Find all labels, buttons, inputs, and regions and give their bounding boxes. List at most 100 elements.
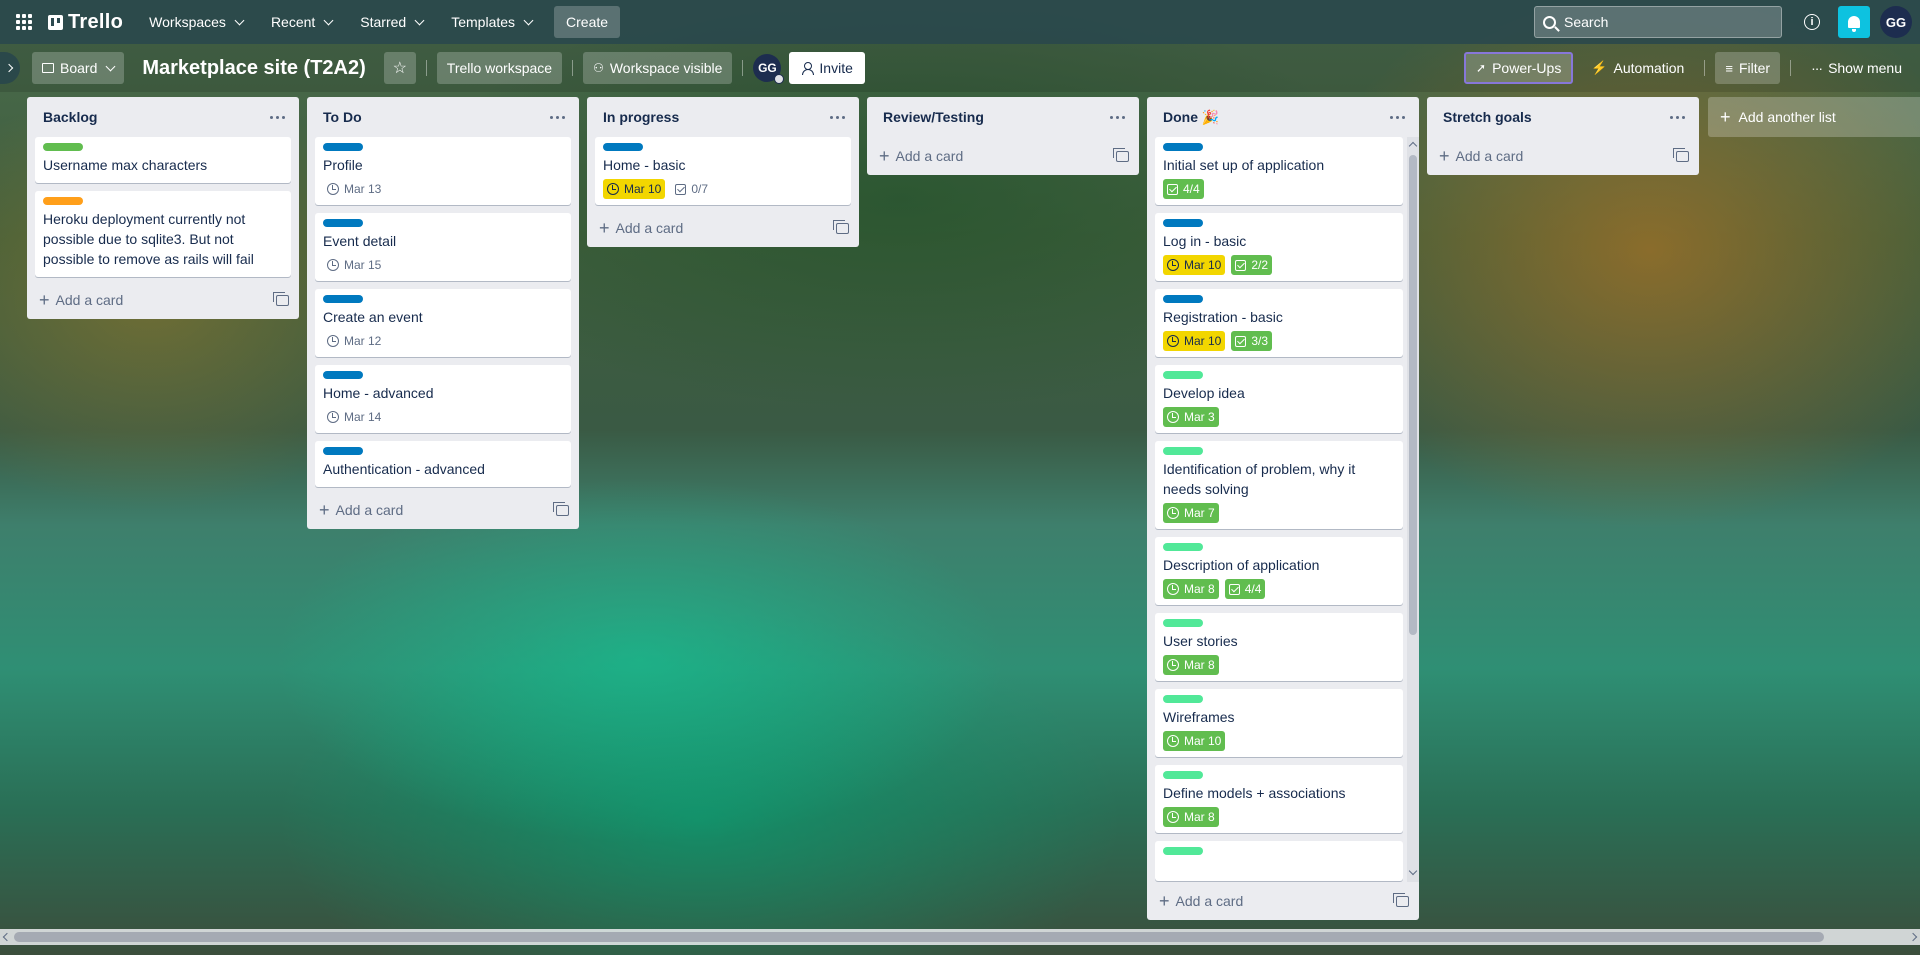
card[interactable]: Home - basic Mar 10 0/7 — [595, 137, 851, 205]
due-date-badge[interactable]: Mar 10 — [1163, 731, 1226, 751]
list-scrollbar[interactable] — [1407, 137, 1419, 882]
scrollbar-thumb[interactable] — [14, 932, 1824, 942]
card[interactable]: Description of application Mar 8 4/4 — [1155, 537, 1403, 605]
scroll-right-icon[interactable] — [1908, 932, 1918, 942]
card[interactable] — [1155, 841, 1403, 881]
list-title[interactable]: Stretch goals — [1443, 109, 1532, 125]
templates-menu[interactable]: Templates — [439, 6, 544, 38]
done-card-scroll-area[interactable]: Initial set up of application 4/4 Log in… — [1147, 137, 1419, 882]
card-template-icon[interactable] — [1673, 147, 1689, 162]
add-another-list-button[interactable]: + Add another list — [1708, 97, 1920, 137]
card-label[interactable] — [1163, 447, 1203, 455]
card[interactable]: Log in - basic Mar 10 2/2 — [1155, 213, 1403, 281]
notifications-button[interactable] — [1838, 6, 1870, 38]
add-card-button[interactable]: + Add a card — [599, 219, 683, 237]
due-date-badge[interactable]: Mar 8 — [1163, 807, 1219, 827]
account-avatar[interactable]: GG — [1880, 6, 1912, 38]
list-actions-icon[interactable] — [544, 110, 571, 125]
card[interactable]: Event detail Mar 15 — [315, 213, 571, 281]
list-header[interactable]: Backlog — [27, 97, 299, 137]
search-box[interactable] — [1534, 6, 1782, 38]
list-title[interactable]: Review/Testing — [883, 109, 984, 125]
scroll-left-icon[interactable] — [2, 932, 12, 942]
star-board-button[interactable]: ☆ — [383, 52, 416, 84]
automation-button[interactable]: ⚡ Automation — [1581, 52, 1694, 84]
due-date-badge[interactable]: Mar 8 — [1163, 655, 1219, 675]
card-label[interactable] — [43, 197, 83, 205]
show-menu-button[interactable]: ··· Show menu — [1801, 52, 1912, 84]
list-actions-icon[interactable] — [1664, 110, 1691, 125]
add-card-button[interactable]: + Add a card — [1159, 892, 1243, 910]
scrollbar-thumb[interactable] — [1409, 155, 1417, 635]
card-label[interactable] — [1163, 295, 1203, 303]
card[interactable]: Authentication - advanced — [315, 441, 571, 487]
card-label[interactable] — [1163, 219, 1203, 227]
due-date-badge[interactable]: Mar 13 — [323, 179, 385, 199]
due-date-badge[interactable]: Mar 3 — [1163, 407, 1219, 427]
card-label[interactable] — [1163, 695, 1203, 703]
card-label[interactable] — [43, 143, 83, 151]
information-button[interactable]: i — [1796, 6, 1828, 38]
card[interactable]: Create an event Mar 12 — [315, 289, 571, 357]
card[interactable]: Home - advanced Mar 14 — [315, 365, 571, 433]
card-template-icon[interactable] — [1113, 147, 1129, 162]
visibility-button[interactable]: ⚇ Workspace visible — [583, 52, 733, 84]
card-label[interactable] — [1163, 143, 1203, 151]
list-header[interactable]: Review/Testing — [867, 97, 1139, 137]
card-label[interactable] — [323, 219, 363, 227]
filter-button[interactable]: ≡ Filter — [1715, 52, 1781, 84]
due-date-badge[interactable]: Mar 10 — [1163, 255, 1226, 275]
card[interactable]: Identification of problem, why it needs … — [1155, 441, 1403, 529]
list-title[interactable]: Done 🎉 — [1163, 109, 1219, 126]
list-header[interactable]: To Do — [307, 97, 579, 137]
due-date-badge[interactable]: Mar 12 — [323, 331, 385, 351]
list-actions-icon[interactable] — [1104, 110, 1131, 125]
board-title[interactable]: Marketplace site (T2A2) — [132, 52, 375, 84]
recent-menu[interactable]: Recent — [259, 6, 344, 38]
card-label[interactable] — [323, 295, 363, 303]
list-title[interactable]: Backlog — [43, 109, 97, 125]
list-title[interactable]: In progress — [603, 109, 679, 125]
due-date-badge[interactable]: Mar 15 — [323, 255, 385, 275]
card-label[interactable] — [1163, 847, 1203, 855]
card[interactable]: Define models + associations Mar 8 — [1155, 765, 1403, 833]
starred-menu[interactable]: Starred — [348, 6, 435, 38]
list-actions-icon[interactable] — [824, 110, 851, 125]
invite-button[interactable]: Invite — [789, 52, 865, 84]
list-title[interactable]: To Do — [323, 109, 362, 125]
card[interactable]: Registration - basic Mar 10 3/3 — [1155, 289, 1403, 357]
card[interactable]: Heroku deployment currently not possible… — [35, 191, 291, 277]
list-actions-icon[interactable] — [1384, 110, 1411, 125]
card[interactable]: Wireframes Mar 10 — [1155, 689, 1403, 757]
add-card-button[interactable]: + Add a card — [1439, 147, 1523, 165]
trello-logo[interactable]: Trello — [44, 6, 133, 38]
card[interactable]: Develop idea Mar 3 — [1155, 365, 1403, 433]
due-date-badge[interactable]: Mar 7 — [1163, 503, 1219, 523]
workspaces-menu[interactable]: Workspaces — [137, 6, 255, 38]
list-header[interactable]: Done 🎉 — [1147, 97, 1419, 137]
add-card-button[interactable]: + Add a card — [879, 147, 963, 165]
card-template-icon[interactable] — [553, 501, 569, 516]
list-header[interactable]: Stretch goals — [1427, 97, 1699, 137]
list-header[interactable]: In progress — [587, 97, 859, 137]
card[interactable]: User stories Mar 8 — [1155, 613, 1403, 681]
card-template-icon[interactable] — [1393, 892, 1409, 907]
scroll-up-icon[interactable] — [1408, 141, 1418, 151]
card[interactable]: Profile Mar 13 — [315, 137, 571, 205]
card-label[interactable] — [1163, 619, 1203, 627]
card-label[interactable] — [323, 371, 363, 379]
due-date-badge[interactable]: Mar 10 — [603, 179, 666, 199]
add-card-button[interactable]: + Add a card — [39, 291, 123, 309]
due-date-badge[interactable]: Mar 10 — [1163, 331, 1226, 351]
card[interactable]: Username max characters — [35, 137, 291, 183]
card[interactable]: Initial set up of application 4/4 — [1155, 137, 1403, 205]
scroll-down-icon[interactable] — [1408, 866, 1418, 876]
power-ups-button[interactable]: ➚ Power-Ups — [1464, 52, 1574, 84]
card-label[interactable] — [323, 143, 363, 151]
search-input[interactable] — [1564, 14, 1764, 30]
workspace-button[interactable]: Trello workspace — [436, 52, 563, 84]
create-button[interactable]: Create — [554, 6, 621, 38]
board-view-switcher[interactable]: Board — [32, 52, 125, 84]
card-label[interactable] — [1163, 543, 1203, 551]
due-date-badge[interactable]: Mar 8 — [1163, 579, 1219, 599]
